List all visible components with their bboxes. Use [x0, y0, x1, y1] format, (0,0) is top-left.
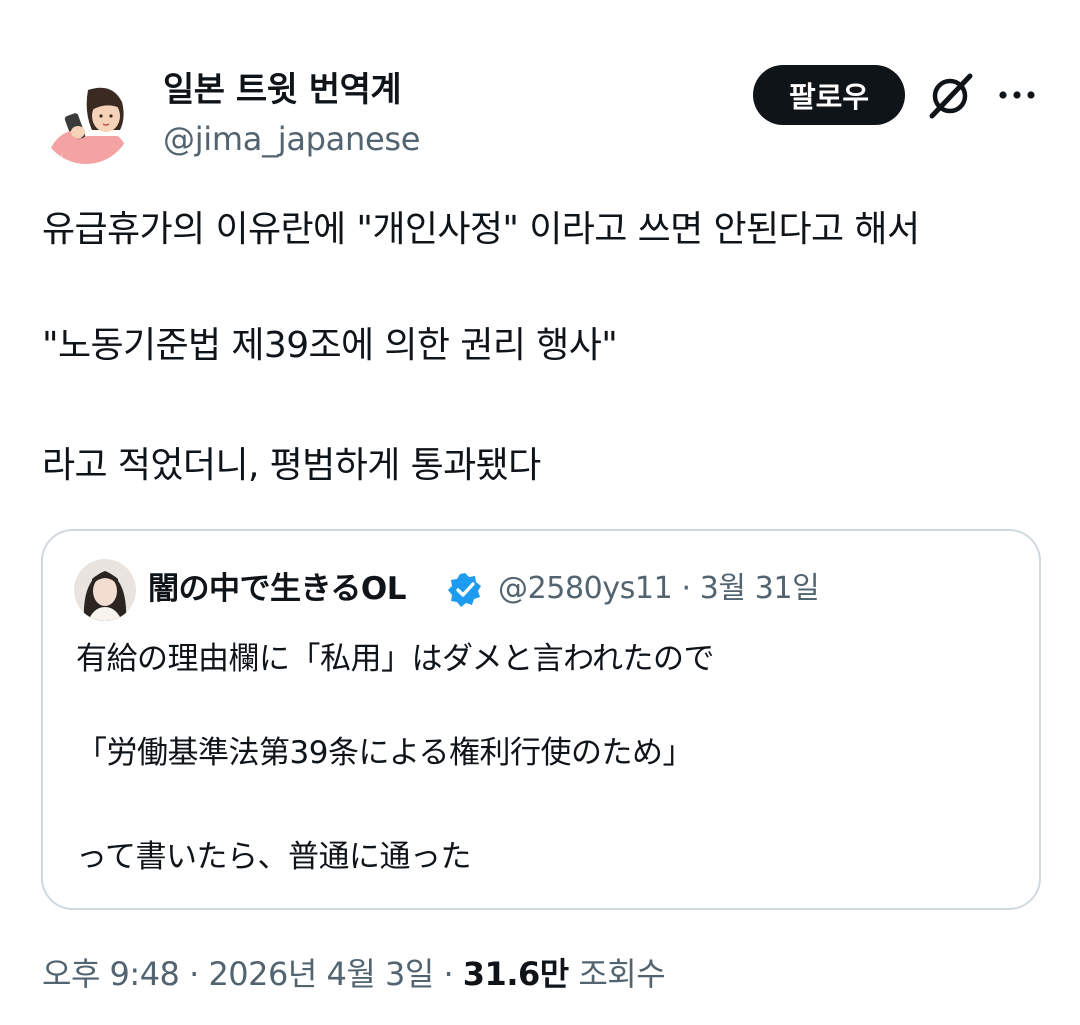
- tweet-footer-meta: 오후 9:48 · 2026년 4월 3일 · 31.6만 조회수: [42, 952, 666, 996]
- avatar-illustration: [40, 72, 132, 164]
- quoted-tweet-meta: @2580ys11 · 3월 31일: [498, 569, 820, 609]
- author-display-name[interactable]: 일본 트윗 번역계: [163, 68, 402, 112]
- follow-button-label: 팔로우: [788, 80, 870, 114]
- meta-separator: ·: [672, 571, 700, 606]
- tweet-date[interactable]: 2026년 4월 3일: [208, 955, 434, 993]
- tweet-text-line: 유급휴가의 이유란에 "개인사정" 이라고 쓰면 안된다고 해서: [42, 209, 920, 250]
- quoted-tweet-text-line: 有給の理由欄に「私用」はダメと言われたので: [76, 641, 715, 677]
- quoted-tweet-date[interactable]: 3월 31일: [700, 571, 820, 606]
- quoted-author-handle: @2580ys11: [498, 571, 673, 606]
- tweet-text-line: "노동기준법 제39조에 의한 권리 행사": [42, 325, 618, 366]
- meta-separator: ·: [433, 955, 463, 993]
- author-handle[interactable]: @jima_japanese: [163, 118, 420, 160]
- author-avatar[interactable]: [40, 72, 132, 164]
- quoted-author-display-name[interactable]: 闇の中で生きるOL: [148, 569, 407, 609]
- quoted-tweet-text-line: 「労働基準法第39条による権利行使のため」: [76, 735, 694, 771]
- tweet-text-line: 라고 적었더니, 평범하게 통과됐다: [42, 445, 541, 486]
- verified-badge-icon: [446, 571, 484, 609]
- quoted-tweet-card[interactable]: 闇の中で生きるOL @2580ys11 · 3월 31일 有給の理由欄に「私用」…: [41, 529, 1041, 910]
- meta-separator: ·: [179, 955, 209, 993]
- quoted-author-avatar: [74, 559, 136, 621]
- tweet-time[interactable]: 오후 9:48: [42, 955, 180, 993]
- more-icon[interactable]: [995, 80, 1040, 110]
- views-count[interactable]: 31.6만: [463, 955, 569, 993]
- views-label: 조회수: [568, 955, 666, 993]
- grok-icon[interactable]: [924, 70, 976, 122]
- follow-button[interactable]: 팔로우: [753, 65, 905, 125]
- quoted-tweet-text-line: って書いたら、普通に通った: [76, 839, 471, 875]
